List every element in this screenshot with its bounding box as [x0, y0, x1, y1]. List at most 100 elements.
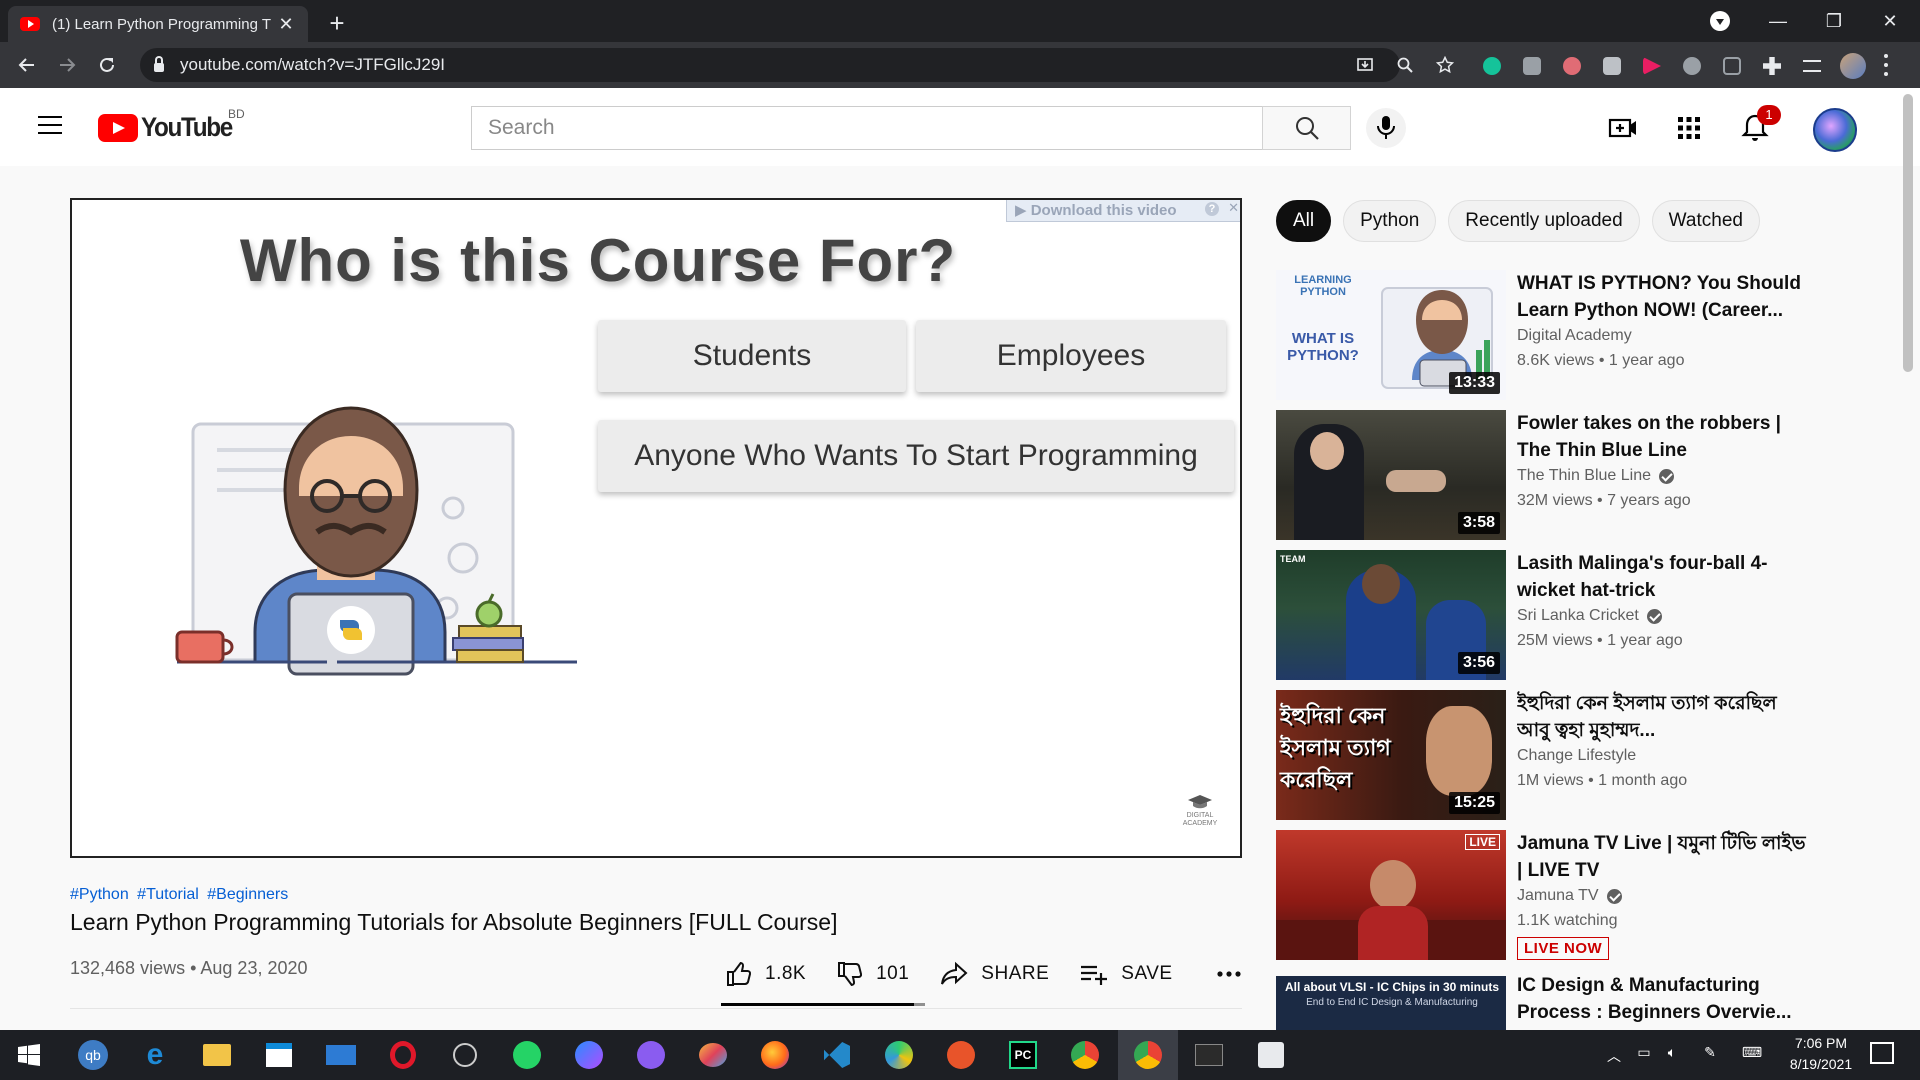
search-input[interactable] — [488, 116, 1262, 140]
help-icon[interactable]: ? — [1205, 202, 1219, 216]
grammarly-extension-icon[interactable] — [1483, 57, 1501, 75]
recommended-video[interactable]: TEAM 3:56 Lasith Malinga's four-ball 4-w… — [1276, 550, 1896, 680]
chip-all[interactable]: All — [1276, 200, 1332, 242]
close-window-button[interactable]: ✕ — [1862, 0, 1918, 42]
taskbar-satellite-icon[interactable] — [448, 1038, 482, 1072]
taskbar-terminal-icon[interactable] — [1192, 1038, 1226, 1072]
reload-button[interactable] — [92, 50, 122, 80]
download-extension-icon[interactable] — [1683, 57, 1701, 75]
voice-search-button[interactable] — [1366, 108, 1406, 148]
taskbar-store-icon[interactable] — [262, 1038, 296, 1072]
zoom-icon[interactable] — [1396, 56, 1414, 74]
taskbar-vscode-icon[interactable] — [820, 1038, 854, 1072]
tray-keyboard-icon[interactable]: ⌨ — [1736, 1044, 1768, 1061]
video-title[interactable]: Lasith Malinga's four-ball 4-wicket hat-… — [1517, 550, 1807, 604]
taskbar-pencil-app-icon[interactable] — [944, 1038, 978, 1072]
notification-center-icon[interactable] — [1870, 1042, 1894, 1064]
taskbar-file-explorer-icon[interactable] — [200, 1038, 234, 1072]
taskbar-colorful-app-icon[interactable] — [882, 1038, 916, 1072]
create-video-icon[interactable] — [1607, 112, 1639, 144]
install-app-icon[interactable] — [1356, 56, 1374, 74]
taskbar-qbittorrent-icon[interactable]: qb — [76, 1038, 110, 1072]
page-scrollbar[interactable] — [1903, 94, 1913, 372]
video-thumbnail[interactable]: ইহুদিরা কেন ইসলাম ত্যাগ করেছিল 15:25 — [1276, 690, 1506, 820]
video-thumbnail[interactable]: TEAM 3:56 — [1276, 550, 1506, 680]
taskbar-whatsapp-icon[interactable] — [510, 1038, 544, 1072]
recommended-video[interactable]: ইহুদিরা কেন ইসলাম ত্যাগ করেছিল 15:25 ইহু… — [1276, 690, 1896, 820]
colorful-extension-icon[interactable] — [1563, 57, 1581, 75]
video-thumbnail[interactable]: All about VLSI - IC Chips in 30 minuts E… — [1276, 976, 1506, 1030]
video-title[interactable]: Fowler takes on the robbers | The Thin B… — [1517, 410, 1807, 464]
channel-name[interactable]: The Thin Blue Line — [1517, 467, 1675, 485]
tray-clock[interactable]: 7:06 PM 8/19/2021 — [1776, 1035, 1866, 1072]
taskbar-edge-icon[interactable]: e — [138, 1038, 172, 1072]
video-title[interactable]: Jamuna TV Live | যমুনা টিভি লাইভ | LIVE … — [1517, 830, 1807, 884]
taskbar-mail-icon[interactable] — [324, 1038, 358, 1072]
taskbar-kiro-icon[interactable] — [1254, 1038, 1288, 1072]
browser-profile-avatar[interactable] — [1840, 53, 1866, 79]
taskbar-pycharm-icon[interactable]: PC — [1006, 1038, 1040, 1072]
bookmark-star-icon[interactable] — [1436, 56, 1454, 74]
dislike-button[interactable]: 101 — [836, 960, 909, 988]
tab-close-icon[interactable]: ✕ — [276, 14, 296, 35]
share-button[interactable]: SHARE — [939, 960, 1049, 988]
taskbar-chrome-icon[interactable] — [1068, 1038, 1102, 1072]
minimize-button[interactable]: — — [1750, 0, 1806, 42]
maximize-button[interactable]: ❐ — [1806, 0, 1862, 42]
download-video-bar[interactable]: ▶ Download this video ? ✕ — [1006, 200, 1240, 222]
puzzle-square-extension-icon[interactable] — [1603, 57, 1621, 75]
video-player[interactable]: ▶ Download this video ? ✕ Who is this Co… — [70, 198, 1242, 858]
back-button[interactable] — [12, 50, 42, 80]
recommended-video[interactable]: All about VLSI - IC Chips in 30 minuts E… — [1276, 976, 1896, 1030]
channel-name[interactable]: Jamuna TV — [1517, 887, 1622, 905]
video-title[interactable]: IC Design & Manufacturing Process : Begi… — [1517, 976, 1807, 1026]
hashtag-beginners[interactable]: #Beginners — [207, 886, 288, 903]
like-button[interactable]: 1.8K — [725, 960, 806, 988]
video-title[interactable]: ইহুদিরা কেন ইসলাম ত্যাগ করেছিল আবু ত্বহা… — [1517, 690, 1807, 744]
user-avatar[interactable] — [1813, 108, 1857, 152]
browser-profile-icon[interactable] — [1710, 11, 1730, 31]
camera-extension-icon[interactable] — [1523, 57, 1541, 75]
tray-chevron-icon[interactable]: ︿ — [1604, 1046, 1624, 1066]
hashtag-tutorial[interactable]: #Tutorial — [137, 886, 199, 903]
recommended-video[interactable]: LEARNING PYTHON WHAT IS PYTHON? 13:33 WH… — [1276, 270, 1896, 400]
play-extension-icon[interactable] — [1643, 57, 1661, 75]
start-button[interactable] — [12, 1038, 46, 1072]
tray-volume-icon[interactable]: 🔈︎ — [1662, 1044, 1682, 1061]
recommended-video[interactable]: 3:58 Fowler takes on the robbers | The T… — [1276, 410, 1896, 540]
video-thumbnail[interactable]: LIVE — [1276, 830, 1506, 960]
taskbar-chrome-active-icon[interactable] — [1118, 1030, 1178, 1080]
apps-grid-icon[interactable] — [1673, 112, 1705, 144]
taskbar-paint-icon[interactable] — [696, 1038, 730, 1072]
browser-menu-icon[interactable] — [1884, 54, 1890, 76]
extensions-icon[interactable] — [1763, 57, 1781, 75]
forward-button[interactable] — [52, 50, 82, 80]
terminal-extension-icon[interactable] — [1723, 57, 1741, 75]
reading-list-icon[interactable] — [1803, 60, 1821, 72]
new-tab-button[interactable]: + — [322, 8, 352, 38]
tray-network-icon[interactable]: ▭ — [1634, 1044, 1654, 1061]
chip-python[interactable]: Python — [1343, 200, 1437, 242]
chip-watched[interactable]: Watched — [1651, 200, 1760, 242]
channel-name[interactable]: Sri Lanka Cricket — [1517, 607, 1662, 625]
taskbar-opera-icon[interactable] — [386, 1038, 420, 1072]
video-thumbnail[interactable]: 3:58 — [1276, 410, 1506, 540]
close-download-icon[interactable]: ✕ — [1228, 200, 1239, 216]
youtube-logo[interactable]: YouTube — [98, 112, 242, 143]
more-actions-button[interactable] — [1216, 970, 1253, 978]
channel-name[interactable]: Digital Academy — [1517, 327, 1632, 345]
tray-pen-icon[interactable]: ✎ — [1700, 1044, 1720, 1061]
taskbar-github-icon[interactable] — [634, 1038, 668, 1072]
browser-tab-youtube[interactable]: (1) Learn Python Programming T ✕ — [8, 6, 308, 42]
video-thumbnail[interactable]: LEARNING PYTHON WHAT IS PYTHON? 13:33 — [1276, 270, 1506, 400]
address-bar[interactable]: youtube.com/watch?v=JTFGllcJ29I — [140, 48, 1454, 82]
menu-icon[interactable] — [38, 116, 62, 134]
taskbar-messenger-icon[interactable] — [572, 1038, 606, 1072]
video-title[interactable]: WHAT IS PYTHON? You Should Learn Python … — [1517, 270, 1807, 324]
taskbar-firefox-icon[interactable] — [758, 1038, 792, 1072]
hashtag-python[interactable]: #Python — [70, 886, 129, 903]
search-button[interactable] — [1262, 106, 1351, 150]
chip-recently-uploaded[interactable]: Recently uploaded — [1448, 200, 1640, 242]
channel-name[interactable]: Change Lifestyle — [1517, 747, 1636, 765]
recommended-video[interactable]: LIVE Jamuna TV Live | যমুনা টিভি লাইভ | … — [1276, 830, 1896, 960]
